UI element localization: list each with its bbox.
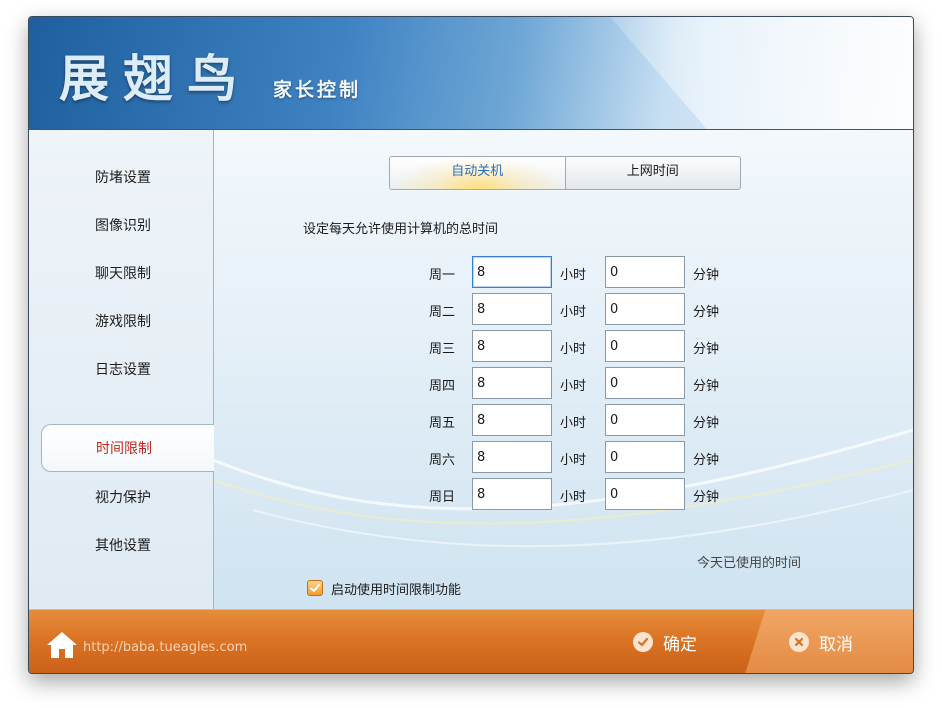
- logo-subtitle: 家长控制: [273, 79, 362, 101]
- sidebar-item-chat-limit[interactable]: 聊天限制: [29, 250, 213, 298]
- enable-time-limit-toggle[interactable]: 启动使用时间限制功能: [307, 578, 461, 598]
- app-window: 展翅鸟 家长控制 防堵设置 图像识别 聊天限制 游戏限制 日志设置 时间限制 视…: [28, 16, 914, 674]
- day-row-tue: 周二 小时 分钟: [409, 293, 749, 327]
- hours-input-tue[interactable]: [472, 293, 552, 325]
- hour-unit-label: 小时: [560, 490, 587, 505]
- sidebar-item-image-recognition[interactable]: 图像识别: [29, 202, 213, 250]
- day-label: 周六: [428, 453, 455, 468]
- tab-online-time[interactable]: 上网时间: [566, 157, 741, 189]
- enable-time-limit-checkbox[interactable]: [307, 580, 323, 596]
- minute-unit-label: 分钟: [693, 416, 720, 431]
- day-row-thu: 周四 小时 分钟: [409, 367, 749, 401]
- day-label: 周三: [428, 342, 455, 357]
- day-row-fri: 周五 小时 分钟: [409, 404, 749, 438]
- hour-unit-label: 小时: [560, 453, 587, 468]
- day-label: 周一: [428, 268, 455, 283]
- footer-bar: http://baba.tueagles.com 确定 取消: [29, 609, 913, 673]
- minute-unit-label: 分钟: [693, 342, 720, 357]
- app-logo: 展翅鸟 家长控制: [59, 39, 361, 109]
- sidebar-item-anti-block[interactable]: 防堵设置: [29, 154, 213, 202]
- minutes-input-wed[interactable]: [605, 330, 685, 362]
- header-sheen: [610, 17, 913, 129]
- hour-unit-label: 小时: [560, 342, 587, 357]
- minutes-input-thu[interactable]: [605, 367, 685, 399]
- minutes-input-tue[interactable]: [605, 293, 685, 325]
- hours-input-thu[interactable]: [472, 367, 552, 399]
- used-today-label: 今天已使用的时间: [697, 556, 802, 571]
- hours-input-fri[interactable]: [472, 404, 552, 436]
- day-label: 周日: [428, 490, 455, 505]
- day-label: 周五: [428, 416, 455, 431]
- day-row-sun: 周日 小时 分钟: [409, 478, 749, 512]
- sidebar-nav: 防堵设置 图像识别 聊天限制 游戏限制 日志设置 时间限制 视力保护 其他设置: [29, 130, 214, 609]
- logo-title: 展翅鸟: [59, 50, 251, 108]
- day-label: 周四: [428, 379, 455, 394]
- header-banner: 展翅鸟 家长控制: [29, 17, 913, 130]
- day-row-wed: 周三 小时 分钟: [409, 330, 749, 364]
- minute-unit-label: 分钟: [693, 490, 720, 505]
- hour-unit-label: 小时: [560, 379, 587, 394]
- enable-time-limit-label: 启动使用时间限制功能: [331, 582, 462, 598]
- hours-input-wed[interactable]: [472, 330, 552, 362]
- minutes-input-sat[interactable]: [605, 441, 685, 473]
- sidebar-item-game-limit[interactable]: 游戏限制: [29, 298, 213, 346]
- main-panel: 防堵设置 图像识别 聊天限制 游戏限制 日志设置 时间限制 视力保护 其他设置 …: [29, 130, 913, 609]
- home-icon[interactable]: [45, 630, 79, 660]
- sidebar-item-time-limit[interactable]: 时间限制: [41, 424, 214, 472]
- minute-unit-label: 分钟: [693, 379, 720, 394]
- section-label: 设定每天允许使用计算机的总时间: [303, 222, 499, 237]
- close-circle-icon: [789, 632, 809, 652]
- hour-unit-label: 小时: [560, 268, 587, 283]
- minutes-input-mon[interactable]: [605, 256, 685, 288]
- tab-bar: 自动关机 上网时间: [389, 156, 741, 190]
- cancel-button[interactable]: 取消: [789, 624, 853, 660]
- check-circle-icon: [633, 632, 653, 652]
- minutes-input-sun[interactable]: [605, 478, 685, 510]
- day-row-mon: 周一 小时 分钟: [409, 256, 749, 290]
- hours-input-sun[interactable]: [472, 478, 552, 510]
- day-label: 周二: [428, 305, 455, 320]
- cancel-button-label: 取消: [819, 634, 853, 655]
- day-row-sat: 周六 小时 分钟: [409, 441, 749, 475]
- tab-auto-shutdown[interactable]: 自动关机: [390, 157, 566, 189]
- minute-unit-label: 分钟: [693, 268, 720, 283]
- hour-unit-label: 小时: [560, 416, 587, 431]
- sidebar-item-eye-protection[interactable]: 视力保护: [29, 474, 213, 522]
- ok-button[interactable]: 确定: [633, 624, 697, 660]
- minute-unit-label: 分钟: [693, 453, 720, 468]
- hours-input-sat[interactable]: [472, 441, 552, 473]
- minutes-input-fri[interactable]: [605, 404, 685, 436]
- sidebar-item-log-settings[interactable]: 日志设置: [29, 346, 213, 394]
- check-icon: [310, 584, 320, 592]
- hours-input-mon[interactable]: [472, 256, 552, 288]
- minute-unit-label: 分钟: [693, 305, 720, 320]
- ok-button-label: 确定: [663, 634, 697, 655]
- sidebar-item-other-settings[interactable]: 其他设置: [29, 522, 213, 570]
- website-link[interactable]: http://baba.tueagles.com: [83, 640, 247, 655]
- hour-unit-label: 小时: [560, 305, 587, 320]
